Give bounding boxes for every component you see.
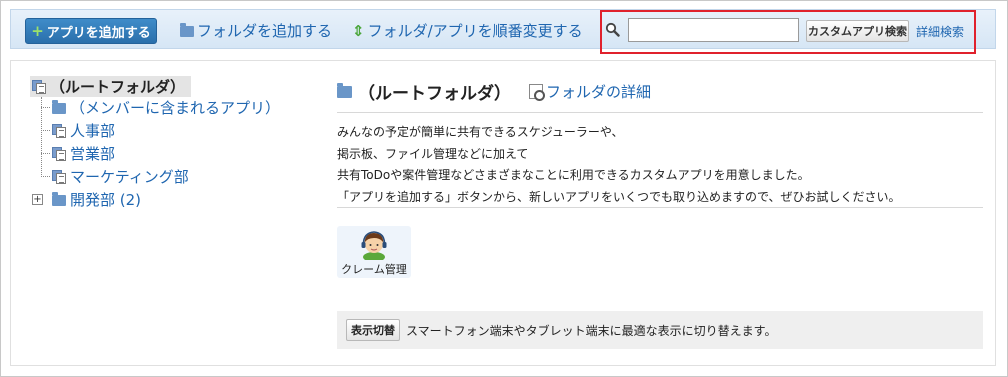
app-list-icon — [32, 79, 46, 94]
add-folder-label: フォルダを追加する — [197, 22, 333, 40]
display-switch-button[interactable]: 表示切替 — [346, 319, 400, 341]
folder-description: みんなの予定が簡単に共有できるスケジューラーや、 掲示板、ファイル管理などに加え… — [337, 122, 901, 208]
custom-app-search-button[interactable]: カスタムアプリ検索 — [806, 20, 909, 42]
app-list-icon — [52, 146, 66, 161]
add-folder-link[interactable]: フォルダを追加する — [180, 20, 332, 41]
divider — [337, 207, 983, 208]
tree-item-member-apps[interactable]: （メンバーに含まれるアプリ） — [52, 97, 280, 118]
app-list-icon — [52, 169, 66, 184]
tree-item-label: マーケティング部 — [70, 168, 189, 186]
folder-icon — [52, 192, 66, 206]
folder-icon — [180, 23, 194, 37]
folder-detail-label: フォルダの詳細 — [546, 83, 652, 101]
description-line: 掲示板、ファイル管理などに加えて — [337, 146, 529, 161]
folder-detail-link[interactable]: フォルダの詳細 — [529, 81, 651, 102]
tree-connector — [41, 97, 42, 177]
tree-connector — [41, 153, 50, 154]
folder-icon — [52, 100, 66, 114]
tree-connector — [41, 130, 50, 131]
page-title: （ルートフォルダ） — [337, 79, 511, 104]
support-operator-icon — [361, 231, 387, 260]
tree-root-folder[interactable]: （ルートフォルダ） — [30, 76, 192, 97]
tree-root-label: （ルートフォルダ） — [50, 78, 186, 96]
page-title-text: （ルートフォルダ） — [358, 84, 511, 104]
description-line: 「アプリを追加する」ボタンから、新しいアプリをいくつでも取り込めますので、ぜひお… — [337, 189, 901, 204]
add-app-button-label: アプリを追加する — [46, 25, 151, 41]
tree-item-label: 営業部 — [70, 145, 116, 163]
tree-item-sales[interactable]: 営業部 — [52, 143, 115, 164]
expand-icon[interactable]: + — [32, 194, 43, 205]
up-down-arrow-icon: ⇕ — [352, 21, 365, 40]
search-input[interactable] — [628, 18, 799, 42]
tree-item-marketing[interactable]: マーケティング部 — [52, 166, 189, 187]
reorder-link[interactable]: ⇕ フォルダ/アプリを順番変更する — [352, 20, 583, 41]
tree-item-label: （メンバーに含まれるアプリ） — [70, 99, 281, 117]
add-app-button[interactable]: + アプリを追加する — [25, 18, 157, 44]
app-tile-claim-management[interactable]: クレーム管理 — [337, 226, 411, 278]
app-tile-label: クレーム管理 — [341, 263, 407, 276]
detail-search-link[interactable]: 詳細検索 — [916, 23, 964, 40]
display-switch-bar: 表示切替 スマートフォン端末やタブレット端末に最適な表示に切り替えます。 — [337, 311, 983, 349]
reorder-label: フォルダ/アプリを順番変更する — [367, 22, 583, 40]
folder-detail-icon — [529, 84, 545, 101]
folder-icon — [337, 82, 352, 98]
description-line: 共有ToDoや案件管理などさまざまなことに利用できるカスタムアプリを用意しました… — [337, 168, 810, 182]
tree-item-hr[interactable]: 人事部 — [52, 120, 115, 141]
plus-icon: + — [31, 22, 44, 40]
tree-item-label: 開発部 (2) — [70, 191, 142, 209]
search-icon — [605, 22, 620, 37]
tree-connector — [41, 107, 50, 108]
app-list-icon — [52, 123, 66, 138]
display-switch-description: スマートフォン端末やタブレット端末に最適な表示に切り替えます。 — [406, 323, 777, 338]
tree-connector — [41, 176, 50, 177]
tree-item-development[interactable]: + 開発部 (2) — [32, 189, 141, 210]
description-line: みんなの予定が簡単に共有できるスケジューラーや、 — [337, 125, 624, 139]
divider — [337, 112, 983, 113]
tree-item-label: 人事部 — [70, 122, 116, 140]
